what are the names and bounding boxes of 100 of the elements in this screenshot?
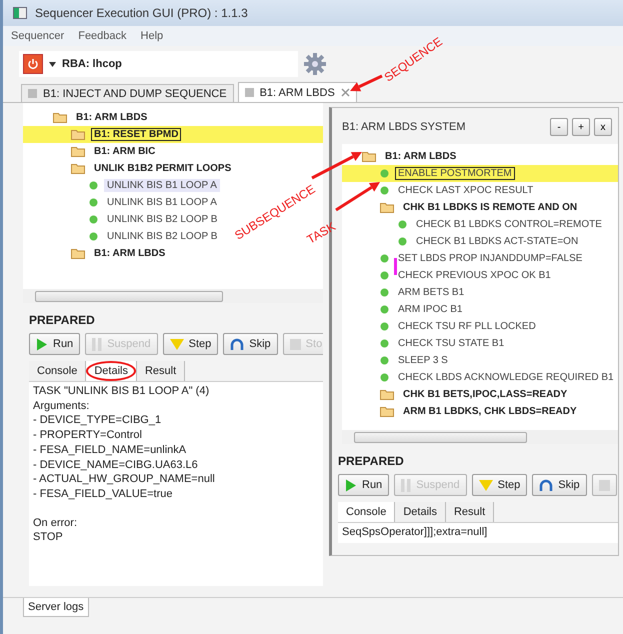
tree-row[interactable]: CHECK B1 LBDKS CONTROL=REMOTE (342, 216, 605, 233)
sequence-tab[interactable]: B1: INJECT AND DUMP SEQUENCE (21, 84, 234, 102)
close-icon[interactable] (340, 88, 350, 97)
tree-label: B1: ARM LBDS (384, 150, 458, 163)
sequence-tab[interactable]: B1: ARM LBDS (238, 82, 357, 102)
tree-row[interactable]: B1: ARM BIC (23, 143, 158, 160)
tree-label: CHECK TSU RF PLL LOCKED (397, 320, 537, 333)
output-line: STOP (33, 530, 64, 546)
app-icon (13, 7, 27, 19)
tree-row[interactable]: UNLINK BIS B2 LOOP B (23, 228, 220, 245)
tree-label: ARM IPOC B1 (397, 303, 464, 316)
skip-button[interactable]: Skip (532, 474, 587, 496)
marker-bar (394, 258, 397, 275)
triangle-icon (478, 480, 493, 490)
tree-label: CHK B1 LBDKS IS REMOTE AND ON (402, 201, 578, 214)
tree-row[interactable]: CHECK TSU STATE B1 (342, 335, 508, 352)
menu-item[interactable]: Feedback (78, 30, 127, 42)
tree-row[interactable]: CHK B1 BETS,IPOC,LASS=READY (342, 386, 570, 403)
window-control-button[interactable]: + (572, 118, 590, 136)
output-line: - FESA_FIELD_NAME=unlinkA (33, 442, 188, 458)
tree-row[interactable]: CHECK TSU RF PLL LOCKED (342, 318, 539, 335)
tree-label: UNLIK B1B2 PERMIT LOOPS (93, 162, 232, 175)
triangle-icon (170, 338, 184, 350)
tree-row[interactable]: B1: RESET BPMD (23, 126, 323, 143)
arc-icon (539, 479, 554, 491)
tree-label: ARM B1 LBDKS, CHK LBDS=READY (402, 405, 578, 418)
folder-icon (380, 406, 394, 417)
tree-row[interactable]: ENABLE POSTMORTEM (342, 165, 618, 182)
status-dot-icon (380, 373, 389, 382)
pause-icon (92, 338, 102, 350)
folder-icon (380, 389, 394, 400)
output-tab[interactable]: Details (86, 361, 137, 381)
window-title: Sequencer Execution GUI (PRO) : 1.1.3 (35, 6, 248, 20)
step-button[interactable]: Step (472, 474, 528, 496)
tree-label: CHECK TSU STATE B1 (397, 337, 506, 350)
tab-icon (28, 89, 37, 98)
folder-icon (362, 151, 376, 162)
status-dot-icon (89, 232, 98, 241)
output-line: - ACTUAL_HW_GROUP_NAME=null (33, 472, 216, 487)
tree-row[interactable]: UNLINK BIS B2 LOOP B (23, 211, 220, 228)
tree-row[interactable]: CHECK PREVIOUS XPOC OK B1 (342, 267, 554, 284)
tree-label: UNLINK BIS B1 LOOP A (104, 179, 220, 192)
folder-icon (71, 163, 85, 174)
tree-row[interactable]: CHECK B1 LBDKS ACT-STATE=ON (342, 233, 582, 250)
status-dot-icon (89, 198, 98, 207)
menu-item[interactable]: Sequencer (11, 30, 64, 42)
output-line: TASK "UNLINK BIS B1 LOOP A" (4) (33, 384, 210, 399)
annotation-arrow (311, 152, 362, 180)
window-control-button[interactable]: - (550, 118, 568, 136)
run-button[interactable]: Run (338, 474, 390, 496)
rba-field[interactable]: RBA: lhcop (19, 51, 298, 77)
output-line: - FESA_FIELD_VALUE=true (33, 486, 174, 502)
status-text: PREPARED (337, 453, 405, 470)
tree-row[interactable]: UNLINK BIS B1 LOOP A (23, 194, 220, 211)
status-dot-icon (380, 271, 389, 280)
tree-row[interactable]: CHECK LBDS ACKNOWLEDGE REQUIRED B1 (342, 369, 617, 386)
skip-button[interactable]: Skip (223, 333, 278, 355)
status-dot-icon (398, 220, 407, 229)
rba-label: RBA: lhcop (62, 58, 122, 70)
tree-row[interactable]: UNLINK BIS B1 LOOP A (23, 177, 220, 194)
output-tab[interactable]: Console (338, 502, 396, 522)
settings-icon[interactable] (304, 53, 326, 75)
run-button[interactable]: Run (29, 333, 80, 355)
tree-row[interactable]: B1: ARM LBDS (23, 245, 168, 262)
folder-icon (71, 248, 85, 259)
output-line: SeqSpsOperator]]];extra=null] (342, 525, 488, 540)
tree-row[interactable]: SET LBDS PROP INJANDDUMP=FALSE (342, 250, 586, 267)
tree-row[interactable]: CHK B1 LBDKS IS REMOTE AND ON (342, 199, 580, 216)
tab-label: B1: ARM LBDS (260, 86, 335, 98)
tree-label: UNLINK BIS B2 LOOP B (106, 230, 218, 243)
status-dot-icon (380, 169, 389, 178)
annotation-arrow (350, 74, 383, 92)
tree-label: CHECK B1 LBDKS CONTROL=REMOTE (415, 218, 603, 231)
tree-row[interactable]: ARM IPOC B1 (342, 301, 466, 318)
tree-row[interactable]: B1: ARM LBDS (23, 109, 150, 126)
panel-title: B1: ARM LBDS SYSTEM (342, 121, 466, 133)
tree-row[interactable]: UNLIK B1B2 PERMIT LOOPS (23, 160, 234, 177)
bottom-tab[interactable]: Server logs (23, 598, 89, 617)
window-control-button[interactable]: x (594, 118, 612, 136)
output-line: - PROPERTY=Control (33, 428, 143, 443)
tree-label: CHK B1 BETS,IPOC,LASS=READY (402, 388, 568, 401)
status-dot-icon (380, 305, 389, 314)
output-line: - DEVICE_TYPE=CIBG_1 (33, 413, 162, 428)
tree-label: ARM BETS B1 (397, 286, 466, 299)
stop-icon (598, 480, 610, 490)
output-line: Arguments: (33, 398, 90, 414)
power-button[interactable] (23, 54, 43, 74)
step-button[interactable]: Step (162, 333, 218, 355)
tree-row[interactable]: ARM BETS B1 (342, 284, 468, 301)
tree-row[interactable]: CHECK LAST XPOC RESULT (342, 182, 536, 199)
tab-label: B1: INJECT AND DUMP SEQUENCE (43, 88, 227, 100)
power-icon (27, 58, 39, 70)
folder-icon (53, 112, 67, 123)
tree-row[interactable]: ARM B1 LBDKS, CHK LBDS=READY (342, 403, 580, 420)
folder-icon (71, 129, 85, 140)
tree-label: CHECK LAST XPOC RESULT (397, 184, 534, 197)
tree-row[interactable]: B1: ARM LBDS (342, 148, 460, 165)
menu-item[interactable]: Help (140, 30, 164, 42)
status-text: PREPARED (28, 312, 96, 329)
tree-row[interactable]: SLEEP 3 S (342, 352, 451, 369)
